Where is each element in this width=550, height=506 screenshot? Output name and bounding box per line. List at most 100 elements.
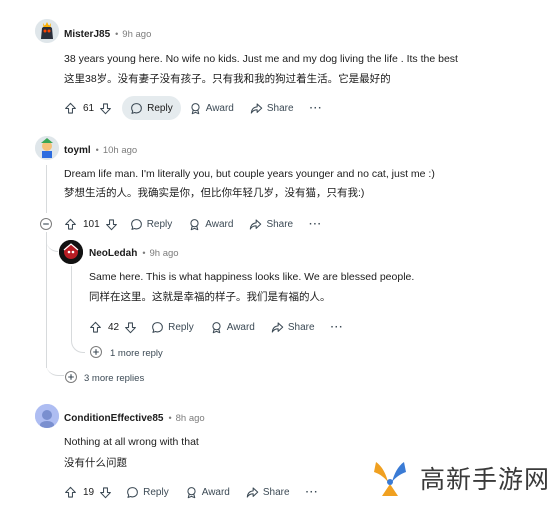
downvote-icon[interactable] <box>99 486 112 499</box>
thread-line[interactable] <box>46 165 47 213</box>
vote-count: 42 <box>108 321 120 333</box>
reply-icon <box>130 218 143 231</box>
upvote-icon[interactable] <box>64 102 77 115</box>
comment-meta: toyml • 10h ago <box>64 143 137 157</box>
comment-meta: MisterJ85 • 9h ago <box>64 27 151 41</box>
award-label: Award <box>226 321 255 333</box>
avatar[interactable] <box>35 19 59 43</box>
author-name[interactable]: toyml <box>64 145 91 156</box>
downvote-icon[interactable] <box>124 321 137 334</box>
reply-button[interactable]: Reply <box>118 480 177 504</box>
reply-label: Reply <box>143 486 169 498</box>
comment-translation: 这里38岁。没有妻子没有孩子。只有我和我的狗过着生活。它是最好的 <box>64 73 391 85</box>
upvote-icon[interactable] <box>89 321 102 334</box>
reply-icon <box>151 321 164 334</box>
author-name[interactable]: MisterJ85 <box>64 29 110 40</box>
separator-dot: • <box>142 248 146 258</box>
comment-actions: 101 Reply Award Share ··· <box>64 212 330 236</box>
separator-dot: • <box>115 29 119 39</box>
share-icon <box>271 321 284 334</box>
more-replies-link[interactable]: 1 more reply <box>110 346 163 360</box>
watermark-logo-icon <box>374 462 406 496</box>
downvote-icon[interactable] <box>99 102 112 115</box>
more-options-button[interactable]: ··· <box>323 322 352 333</box>
comment-actions: 61 Reply Award Share ··· <box>64 96 331 120</box>
avatar[interactable] <box>35 136 59 160</box>
award-label: Award <box>205 218 234 230</box>
share-button[interactable]: Share <box>238 480 298 504</box>
comment-text: Nothing at all wrong with that <box>64 436 199 448</box>
reply-button[interactable]: Reply <box>122 212 181 236</box>
reply-label: Reply <box>168 321 194 333</box>
share-icon <box>250 102 263 115</box>
comment-translation: 梦想生活的人。我确实是你，但比你年轻几岁，没有猫，只有我:) <box>64 187 365 199</box>
comment-text: Same here. This is what happiness looks … <box>89 271 415 283</box>
comment-text: Dream life man. I'm literally you, but c… <box>64 168 435 180</box>
author-name[interactable]: NeoLedah <box>89 248 137 259</box>
share-icon <box>249 218 262 231</box>
more-options-button[interactable]: ··· <box>302 103 331 114</box>
comment-text: 38 years young here. No wife no kids. Ju… <box>64 53 458 65</box>
share-label: Share <box>287 321 315 333</box>
vote-group: 42 <box>89 321 137 334</box>
watermark-text: 高新手游网 <box>420 465 550 494</box>
timestamp: 8h ago <box>175 412 205 424</box>
comment-actions: 42 Reply Award Share ··· <box>89 315 352 339</box>
avatar[interactable] <box>35 404 59 428</box>
avatar[interactable] <box>59 240 83 264</box>
timestamp: 10h ago <box>102 144 138 156</box>
award-button[interactable]: Award <box>180 212 241 236</box>
expand-replies-button[interactable] <box>65 371 77 383</box>
author-name[interactable]: ConditionEffective85 <box>64 413 163 424</box>
award-icon <box>189 102 202 115</box>
timestamp: 9h ago <box>149 247 179 259</box>
reply-label: Reply <box>146 218 173 230</box>
more-options-button[interactable]: ··· <box>298 487 327 498</box>
comment-meta: NeoLedah • 9h ago <box>89 246 179 260</box>
separator-dot: • <box>95 145 99 155</box>
thread-line[interactable] <box>46 232 47 368</box>
share-label: Share <box>262 486 290 498</box>
vote-count: 19 <box>83 486 95 498</box>
award-button[interactable]: Award <box>181 96 242 120</box>
vote-group: 61 <box>64 102 112 115</box>
award-label: Award <box>205 102 234 114</box>
more-options-button[interactable]: ··· <box>301 219 330 230</box>
more-replies-link[interactable]: 3 more replies <box>84 371 144 385</box>
share-button[interactable]: Share <box>242 96 302 120</box>
vote-group: 19 <box>64 486 112 499</box>
thread-connector[interactable] <box>71 266 85 353</box>
expand-replies-button[interactable] <box>90 346 102 358</box>
award-icon <box>185 486 198 499</box>
upvote-icon[interactable] <box>64 486 77 499</box>
award-button[interactable]: Award <box>202 315 263 339</box>
plus-icon <box>67 373 75 381</box>
thread-connector <box>46 358 64 376</box>
reply-label: Reply <box>147 102 173 114</box>
reply-icon <box>126 486 139 499</box>
award-icon <box>210 321 223 334</box>
reply-button[interactable]: Reply <box>143 315 202 339</box>
upvote-icon[interactable] <box>64 218 77 231</box>
award-icon <box>188 218 201 231</box>
share-label: Share <box>266 218 294 230</box>
comment-meta: ConditionEffective85 • 8h ago <box>64 411 205 425</box>
thread-connector <box>46 232 58 252</box>
reply-button[interactable]: Reply <box>122 96 181 120</box>
separator-dot: • <box>168 413 172 423</box>
vote-group: 101 <box>64 218 118 231</box>
share-button[interactable]: Share <box>241 212 301 236</box>
vote-count: 101 <box>83 218 100 230</box>
reply-icon <box>130 102 143 115</box>
award-label: Award <box>201 486 230 498</box>
comment-translation: 没有什么问题 <box>64 457 127 469</box>
share-label: Share <box>266 102 294 114</box>
share-button[interactable]: Share <box>263 315 323 339</box>
downvote-icon[interactable] <box>105 218 118 231</box>
watermark: 高新手游网 <box>368 456 550 500</box>
timestamp: 9h ago <box>122 28 152 40</box>
award-button[interactable]: Award <box>177 480 238 504</box>
comment-actions: 19 Reply Award Share ··· <box>64 480 327 504</box>
collapse-thread-button[interactable] <box>40 218 52 230</box>
vote-count: 61 <box>83 102 95 114</box>
